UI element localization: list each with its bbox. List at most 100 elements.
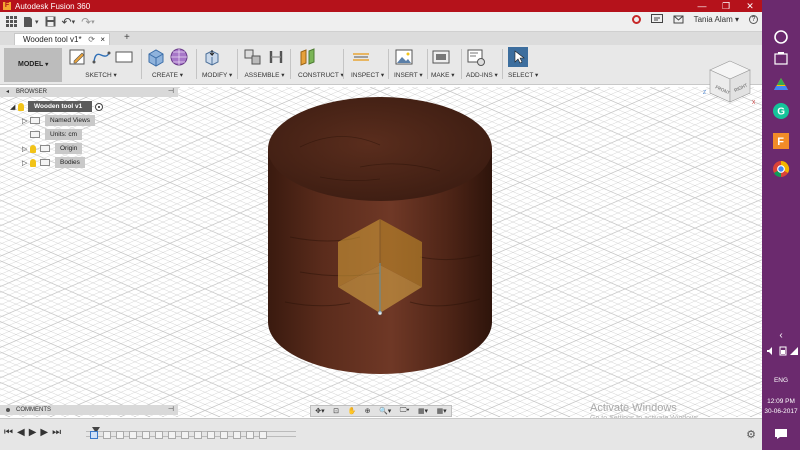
job-status-icon[interactable] <box>650 14 663 24</box>
clock-time[interactable]: 12:09 PM <box>762 398 800 405</box>
google-drive-icon[interactable] <box>772 76 790 94</box>
assemble-group[interactable]: ASSEMBLE ▾ <box>243 47 286 83</box>
task-view-icon[interactable] <box>772 50 790 68</box>
timeline-feature[interactable] <box>181 431 189 439</box>
grid-snaps-icon[interactable]: ▦▾ <box>418 407 428 415</box>
tree-root-node[interactable]: ◢ Wooden tool v1 <box>10 101 104 112</box>
help-icon[interactable]: ? <box>749 14 758 24</box>
timeline-feature[interactable] <box>103 431 111 439</box>
document-tab[interactable]: Wooden tool v1* ⟳ × <box>14 33 110 45</box>
action-center-icon[interactable] <box>774 428 788 440</box>
visibility-bulb-icon[interactable] <box>30 144 36 153</box>
visibility-bulb-icon[interactable] <box>30 158 36 167</box>
notifications-icon[interactable] <box>673 15 684 24</box>
comments-panel-header[interactable]: COMMENTS ⊣ <box>0 405 178 415</box>
insert-group[interactable]: INSERT ▾ <box>394 47 423 83</box>
play-icon[interactable]: ▶ <box>29 427 37 438</box>
redo-button[interactable]: ↷ ▾ <box>81 14 95 30</box>
input-language[interactable]: ENG <box>762 377 800 384</box>
select-group[interactable]: SELECT ▾ <box>508 47 538 83</box>
offset-plane-icon[interactable] <box>298 47 318 67</box>
tree-node-units[interactable]: Units: cm <box>30 129 83 140</box>
workspace-switcher[interactable]: MODEL ▾ <box>4 48 62 82</box>
select-arrow-icon[interactable] <box>508 47 528 67</box>
restore-button[interactable]: ❐ <box>714 0 738 12</box>
timeline-track[interactable] <box>86 427 296 441</box>
new-tab-button[interactable]: + <box>124 32 130 43</box>
fit-icon[interactable]: 🔍▾ <box>379 407 391 415</box>
activate-radio-icon[interactable] <box>95 102 104 111</box>
timeline-feature[interactable] <box>129 431 137 439</box>
browser-header[interactable]: ◂ BROWSER ⊣ <box>0 87 178 97</box>
sketch-group[interactable]: SKETCH ▾ <box>68 47 134 83</box>
timeline-feature[interactable] <box>220 431 228 439</box>
expand-icon[interactable]: ▷ <box>22 117 30 125</box>
line-icon[interactable] <box>91 47 111 67</box>
modify-group[interactable]: MODIFY ▾ <box>202 47 232 83</box>
form-icon[interactable] <box>169 47 189 67</box>
file-menu-button[interactable]: ▾ <box>23 14 39 30</box>
timeline-feature[interactable] <box>207 431 215 439</box>
new-component-icon[interactable] <box>243 47 263 67</box>
close-button[interactable]: ✕ <box>738 0 762 12</box>
volume-icon[interactable] <box>766 346 776 356</box>
step-forward-icon[interactable]: ▶ <box>40 427 48 438</box>
press-pull-icon[interactable] <box>202 47 222 67</box>
rectangle-icon[interactable] <box>114 47 134 67</box>
timeline-settings-icon[interactable]: ⚙ <box>746 428 756 441</box>
viewcube[interactable]: FRONT RIGHT Z X <box>700 58 760 108</box>
chrome-icon[interactable] <box>772 160 790 178</box>
network-icon[interactable] <box>789 346 799 356</box>
expand-icon[interactable]: ◢ <box>10 103 18 111</box>
timeline-feature[interactable] <box>155 431 163 439</box>
clock-date[interactable]: 30-06-2017 <box>762 408 800 415</box>
save-button[interactable] <box>45 14 56 30</box>
grammarly-icon[interactable]: G <box>772 102 790 120</box>
add-ins-group[interactable]: ADD-INS ▾ <box>466 47 498 83</box>
viewports-icon[interactable]: ▦▾ <box>437 407 447 415</box>
timeline-feature[interactable] <box>168 431 176 439</box>
undo-button[interactable]: ↶ ▾ <box>62 14 76 30</box>
visibility-bulb-icon[interactable] <box>18 102 24 111</box>
pin-icon[interactable]: ⊣ <box>168 405 174 415</box>
3d-print-icon[interactable] <box>431 47 451 67</box>
create-group[interactable]: CREATE ▾ <box>146 47 189 83</box>
show-hidden-icons-chevron[interactable]: ‹ <box>762 330 800 341</box>
tree-node-named-views[interactable]: ▷ Named Views <box>22 115 95 126</box>
timeline-feature[interactable] <box>90 431 98 439</box>
expand-icon[interactable]: ▷ <box>22 145 30 153</box>
timeline-feature[interactable] <box>142 431 150 439</box>
expand-icon[interactable]: ▷ <box>22 159 30 167</box>
display-settings-icon[interactable]: 🖵▾ <box>400 407 410 415</box>
timeline-feature[interactable] <box>194 431 202 439</box>
inspect-group[interactable]: INSPECT ▾ <box>351 47 384 83</box>
data-panel-icon[interactable] <box>6 16 17 27</box>
user-menu[interactable]: Tania Alam ▾ <box>694 15 739 24</box>
timeline-feature[interactable] <box>233 431 241 439</box>
make-group[interactable]: MAKE ▾ <box>431 47 455 83</box>
minimize-button[interactable]: — <box>690 0 714 12</box>
timeline-feature[interactable] <box>116 431 124 439</box>
construct-group[interactable]: CONSTRUCT ▾ <box>298 47 344 83</box>
measure-icon[interactable] <box>351 47 371 67</box>
collapse-icon[interactable]: ◂ <box>6 87 9 97</box>
orbit-icon[interactable]: ✥▾ <box>315 407 324 415</box>
pin-icon[interactable]: ⊣ <box>168 87 174 97</box>
create-sketch-icon[interactable] <box>68 47 88 67</box>
battery-icon[interactable] <box>778 346 788 356</box>
go-to-end-icon[interactable]: ⏭ <box>52 427 61 438</box>
joint-icon[interactable] <box>266 47 286 67</box>
scripts-addins-icon[interactable] <box>466 47 486 67</box>
tree-node-origin[interactable]: ▷ Origin <box>22 143 83 154</box>
go-to-start-icon[interactable]: ⏮ <box>4 427 13 438</box>
fusion-taskbar-icon[interactable]: F <box>772 132 790 150</box>
record-icon[interactable] <box>631 14 641 24</box>
cortana-icon[interactable] <box>772 28 790 46</box>
pan-icon[interactable]: ✋ <box>347 407 356 415</box>
look-at-icon[interactable]: ⊡ <box>333 407 339 415</box>
insert-image-icon[interactable] <box>394 47 414 67</box>
step-back-icon[interactable]: ◀ <box>17 427 25 438</box>
timeline-feature[interactable] <box>246 431 254 439</box>
tree-node-bodies[interactable]: ▷ Bodies <box>22 157 85 168</box>
timeline-feature[interactable] <box>259 431 267 439</box>
